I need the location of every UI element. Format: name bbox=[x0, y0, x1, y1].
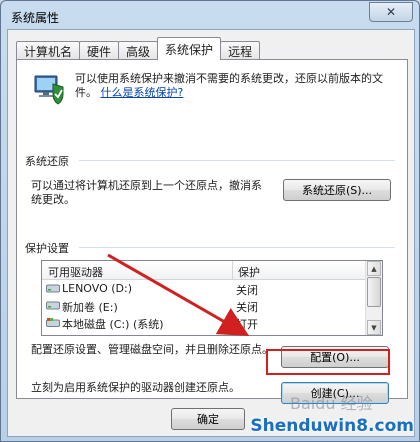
drive-name: LENOVO (D:) bbox=[62, 282, 133, 295]
column-available-drives[interactable]: 可用驱动器 bbox=[48, 264, 103, 280]
scroll-up-icon[interactable]: ▲ bbox=[367, 261, 381, 276]
annotation-highlight-box bbox=[266, 349, 390, 375]
column-protection[interactable]: 保护 bbox=[238, 264, 260, 280]
tab-computer-name[interactable]: 计算机名 bbox=[16, 41, 81, 60]
close-icon: ✕ bbox=[385, 5, 397, 19]
window-title: 系统属性 bbox=[11, 11, 60, 25]
system-protection-panel: 可以使用系统保护来撤消不需要的系统更改，还原以前版本的文件。 什么是系统保护? … bbox=[16, 59, 408, 404]
protection-settings-section-label: 保护设置 bbox=[25, 242, 69, 255]
protection-settings-divider bbox=[79, 247, 395, 248]
available-drives-list[interactable]: 可用驱动器 保护 LENOVO (D:) 关闭 新加卷 (E:) 关闭 本地磁盘… bbox=[41, 260, 383, 336]
drive-protection-status: 打开 bbox=[236, 318, 258, 331]
close-button[interactable]: ✕ bbox=[369, 2, 413, 22]
system-restore-button[interactable]: 系统还原(S)... bbox=[283, 179, 391, 201]
table-row[interactable]: LENOVO (D:) 关闭 bbox=[42, 280, 366, 297]
title-bar[interactable]: 系统属性 ✕ bbox=[1, 1, 419, 29]
baidu-watermark: Baidu 经验 bbox=[290, 394, 373, 413]
tab-strip: 计算机名 硬件 高级 系统保护 远程 bbox=[16, 37, 261, 60]
tab-advanced[interactable]: 高级 bbox=[118, 41, 159, 60]
what-is-system-protection-link[interactable]: 什么是系统保护? bbox=[101, 86, 184, 99]
intro-text: 可以使用系统保护来撤消不需要的系统更改，还原以前版本的文件。 什么是系统保护? bbox=[75, 72, 395, 100]
drive-protection-status: 关闭 bbox=[236, 284, 258, 297]
create-description: 立刻为启用系统保护的驱动器创建还原点。 bbox=[31, 381, 240, 394]
scroll-down-icon[interactable]: ▼ bbox=[367, 320, 381, 335]
system-restore-description: 可以通过将计算机还原到上一个还原点，撤消系统更改。 bbox=[31, 179, 262, 206]
system-properties-window: 系统属性 ✕ 计算机名 硬件 高级 系统保护 远程 可以使用系统保护来撤消不需要… bbox=[0, 0, 420, 442]
system-protection-icon bbox=[34, 75, 64, 105]
site-watermark: Shenduwin8.com bbox=[250, 416, 414, 436]
tab-hardware[interactable]: 硬件 bbox=[79, 41, 120, 60]
drive-icon bbox=[46, 284, 60, 293]
drive-list-header: 可用驱动器 保护 bbox=[42, 261, 366, 280]
configure-description: 配置还原设置、管理磁盘空间，并且删除还原点。 bbox=[31, 343, 273, 356]
table-row[interactable]: 本地磁盘 (C:) (系统) 打开 bbox=[42, 314, 366, 331]
scroll-thumb[interactable] bbox=[367, 277, 381, 307]
table-row[interactable]: 新加卷 (E:) 关闭 bbox=[42, 297, 366, 314]
system-restore-divider bbox=[79, 160, 395, 161]
tab-system-protection[interactable]: 系统保护 bbox=[157, 37, 222, 60]
system-drive-icon bbox=[46, 318, 60, 327]
drive-protection-status: 关闭 bbox=[236, 301, 258, 314]
column-divider bbox=[232, 261, 233, 279]
drive-name: 新加卷 (E:) bbox=[62, 301, 118, 314]
ok-button[interactable]: 确定 bbox=[171, 408, 245, 430]
drive-list-scrollbar[interactable]: ▲ ▼ bbox=[365, 261, 382, 335]
drive-icon bbox=[46, 301, 60, 310]
dialog-client-area: 计算机名 硬件 高级 系统保护 远程 可以使用系统保护来撤消不需要的系统更改，还… bbox=[7, 29, 415, 437]
drive-name: 本地磁盘 (C:) (系统) bbox=[62, 318, 164, 331]
system-restore-section-label: 系统还原 bbox=[25, 155, 69, 168]
tab-remote[interactable]: 远程 bbox=[220, 41, 261, 60]
